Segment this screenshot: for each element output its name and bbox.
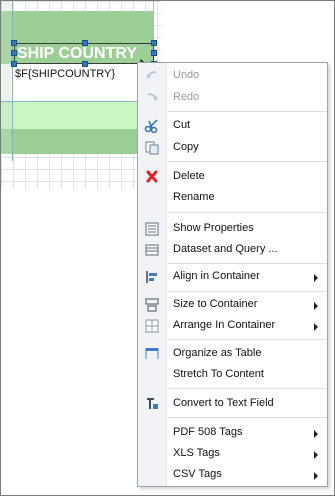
submenu-arrow-icon <box>314 430 318 438</box>
menu-separator <box>168 212 327 213</box>
menu-item-arrange-in-container[interactable]: Arrange In Container <box>138 315 327 337</box>
menu-item-label: Cut <box>173 119 191 131</box>
menu-item-rename[interactable]: Rename <box>138 187 327 209</box>
menu-item-label: Copy <box>173 141 199 153</box>
menu-item-align-in-container[interactable]: Align in Container <box>138 266 327 288</box>
scissors-icon <box>144 119 158 133</box>
menu-item-label: CSV Tags <box>173 468 222 480</box>
menu-item-undo[interactable]: Undo <box>138 65 327 87</box>
menu-item-convert-to-text-field[interactable]: Convert to Text Field <box>138 393 327 415</box>
menu-item-label: Align in Container <box>173 270 260 282</box>
text-field-expression[interactable]: $F{SHIPCOUNTRY} <box>15 68 115 80</box>
resize-handle-middle-left[interactable] <box>11 50 17 56</box>
left-margin-area <box>1 1 11 154</box>
menu-item-csv-tags[interactable]: CSV Tags <box>138 464 327 486</box>
menu-item-cut[interactable]: Cut <box>138 115 327 137</box>
menu-separator <box>168 263 327 264</box>
menu-item-copy[interactable]: Copy <box>138 137 327 159</box>
submenu-arrow-icon <box>314 472 318 480</box>
menu-separator <box>168 111 327 112</box>
menu-item-label: Size to Container <box>173 298 258 310</box>
menu-item-stretch-to-content[interactable]: Stretch To Content <box>138 364 327 386</box>
menu-item-dataset-and-query[interactable]: Dataset and Query ... <box>138 239 327 261</box>
submenu-arrow-icon <box>314 451 318 459</box>
menu-item-xls-tags[interactable]: XLS Tags <box>138 443 327 465</box>
delete-x-icon <box>146 170 158 183</box>
summary-band[interactable] <box>1 101 153 129</box>
menu-item-label: Undo <box>173 69 200 81</box>
resize-handle-top-right[interactable] <box>151 40 157 46</box>
menu-item-redo[interactable]: Redo <box>138 87 327 109</box>
menu-item-label: Delete <box>173 170 205 182</box>
margin-guide-vertical <box>12 1 13 161</box>
footer-band[interactable] <box>1 129 153 154</box>
dataset-icon <box>145 244 159 256</box>
menu-item-size-to-container[interactable]: Size to Container <box>138 294 327 316</box>
arrange-icon <box>145 319 159 333</box>
menu-separator <box>168 161 327 162</box>
align-icon <box>146 271 157 283</box>
menu-separator <box>168 388 327 389</box>
submenu-arrow-icon <box>314 323 318 331</box>
properties-icon <box>145 222 159 236</box>
menu-item-label: Organize as Table <box>173 347 262 359</box>
editor-window: SHIP COUNTRY $F{SHIPCOUNTRY} Undo Redo C… <box>0 0 335 496</box>
menu-item-label: Dataset and Query ... <box>173 243 278 255</box>
menu-separator <box>168 417 327 418</box>
convert-icon <box>147 398 158 409</box>
header-field-text: SHIP COUNTRY <box>17 45 138 62</box>
title-band[interactable] <box>1 11 153 41</box>
resize-handle-middle-right[interactable] <box>151 50 157 56</box>
menu-item-label: Convert to Text Field <box>173 397 274 409</box>
undo-icon <box>146 71 157 79</box>
band-separator-guide <box>1 101 153 102</box>
copy-icon <box>145 141 159 155</box>
menu-item-label: Rename <box>173 191 215 203</box>
menu-item-show-properties[interactable]: Show Properties <box>138 218 327 240</box>
menu-item-pdf-508-tags[interactable]: PDF 508 Tags <box>138 422 327 444</box>
resize-handle-bottom-left[interactable] <box>11 61 17 67</box>
menu-item-label: Arrange In Container <box>173 319 276 331</box>
menu-separator <box>168 339 327 340</box>
resize-handle-top-left[interactable] <box>11 40 17 46</box>
menu-item-label: PDF 508 Tags <box>173 426 243 438</box>
submenu-arrow-icon <box>314 274 318 282</box>
menu-item-delete[interactable]: Delete <box>138 166 327 188</box>
resize-handle-bottom-middle[interactable] <box>82 61 88 67</box>
menu-separator <box>168 291 327 292</box>
menu-item-label: Redo <box>173 91 200 103</box>
menu-item-label: Stretch To Content <box>173 368 264 380</box>
menu-item-label: XLS Tags <box>173 447 220 459</box>
context-menu: Undo Redo Cut Copy Delete Rename Show Pr… <box>137 62 328 487</box>
menu-item-label: Show Properties <box>173 222 254 234</box>
menu-item-organize-as-table[interactable]: Organize as Table <box>138 343 327 365</box>
submenu-arrow-icon <box>314 302 318 310</box>
table-icon <box>145 348 159 359</box>
resize-handle-top-middle[interactable] <box>82 40 88 46</box>
redo-icon <box>147 93 158 101</box>
size-icon <box>145 298 159 312</box>
